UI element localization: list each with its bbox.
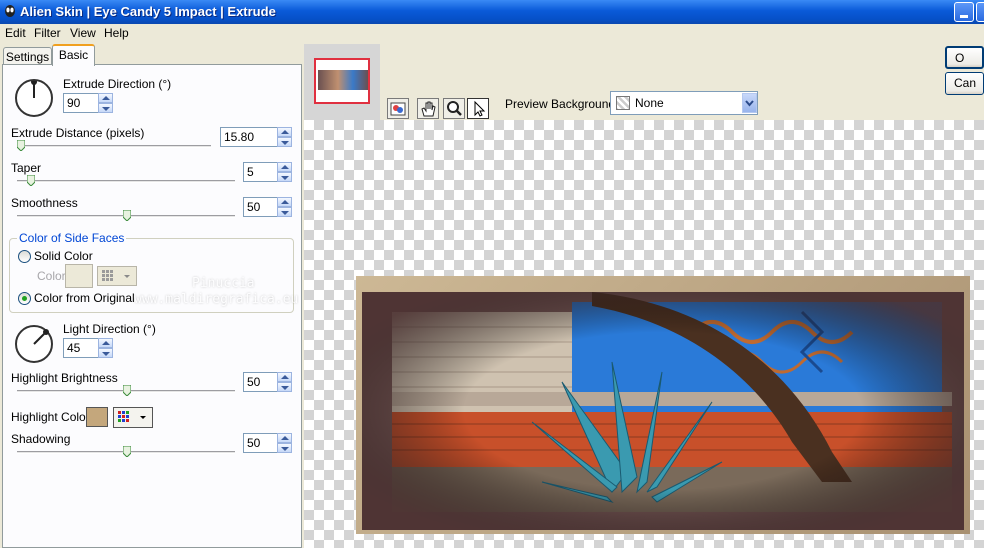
highlight-brightness-label: Highlight Brightness [11,371,118,385]
alien-skin-icon [5,5,15,17]
pointer-icon [474,100,486,117]
side-faces-title: Color of Side Faces [17,231,127,245]
dial-needle-icon [33,329,49,345]
title-bar: Alien Skin | Eye Candy 5 Impact | Extrud… [0,0,984,24]
menu-edit[interactable]: Edit [5,26,26,40]
light-direction-dial[interactable] [15,325,53,363]
watermark-line1: Pinuccia [192,276,255,291]
highlight-brightness-spinner[interactable] [277,372,292,392]
transparency-icon [616,96,630,110]
zoom-tool-button[interactable] [443,98,465,119]
highlight-color-picker[interactable] [113,407,153,428]
light-direction-spinner[interactable] [98,338,113,358]
menu-help[interactable]: Help [104,26,129,40]
taper-slider-thumb[interactable] [27,175,35,186]
taper-input[interactable]: 5 [243,162,278,182]
window-title: Alien Skin | Eye Candy 5 Impact | Extrud… [20,4,276,19]
preview-background-value: None [635,96,664,110]
light-direction-input[interactable]: 45 [63,338,99,358]
pointer-tool-button[interactable] [467,98,489,119]
side-face-color-swatch[interactable] [65,264,93,288]
solid-color-label: Solid Color [34,249,93,263]
maximize-button[interactable] [976,2,984,22]
extrude-distance-input[interactable]: 15.80 [220,127,278,147]
shadowing-spinner[interactable] [277,433,292,453]
smoothness-slider-thumb[interactable] [123,210,131,221]
extrude-distance-slider-thumb[interactable] [17,140,25,151]
preview-image [362,292,964,530]
extrude-distance-slider[interactable] [17,145,211,148]
solid-color-radio[interactable] [18,250,31,263]
smoothness-label: Smoothness [11,196,78,210]
zoom-icon [447,101,462,116]
extrude-distance-label: Extrude Distance (pixels) [11,126,145,140]
preview-background-select[interactable]: None [610,91,758,115]
taper-label: Taper [11,161,42,175]
highlight-brightness-slider-thumb[interactable] [123,385,131,396]
taper-slider[interactable] [17,180,235,183]
cancel-button[interactable]: Can [945,72,984,95]
hand-icon [421,101,436,117]
smoothness-spinner[interactable] [277,197,292,217]
dropdown-arrow-button[interactable] [742,93,757,113]
highlight-color-label: Highlight Color [11,410,90,424]
extrude-direction-input[interactable]: 90 [63,93,99,113]
color-label: Color [37,269,66,283]
navigator-thumbnail[interactable] [304,44,380,120]
menu-bar: Edit Filter View Help [0,24,984,43]
preview-background-label: Preview Background: [505,97,619,111]
color-from-original-radio[interactable] [18,292,31,305]
light-direction-label: Light Direction (°) [63,322,156,336]
extrude-direction-dial[interactable] [15,79,53,117]
extrude-direction-spinner[interactable] [98,93,113,113]
menu-filter[interactable]: Filter [34,26,61,40]
color-from-original-label: Color from Original [34,291,135,305]
smoothness-input[interactable]: 50 [243,197,278,217]
palette-grid-icon [102,270,130,281]
minimize-button[interactable] [954,2,974,22]
preview-toggle-icon [390,102,406,116]
ok-button[interactable]: O [945,46,984,69]
shadowing-slider-thumb[interactable] [123,446,131,457]
extrude-distance-spinner[interactable] [277,127,292,147]
navigator-image [318,70,368,90]
dial-needle-icon [31,81,37,98]
highlight-color-swatch[interactable] [86,407,108,427]
taper-spinner[interactable] [277,162,292,182]
tab-basic[interactable]: Basic [52,44,95,66]
highlight-brightness-input[interactable]: 50 [243,372,278,392]
preview-scene-graphic [362,292,964,530]
shadowing-input[interactable]: 50 [243,433,278,453]
shadowing-label: Shadowing [11,432,71,446]
chevron-down-icon [745,100,754,107]
extrude-direction-label: Extrude Direction (°) [63,77,172,91]
side-face-color-picker[interactable] [97,266,137,286]
hand-tool-button[interactable] [417,98,439,119]
palette-grid-icon [118,411,146,422]
menu-view[interactable]: View [70,26,96,40]
preview-toggle-button[interactable] [387,98,409,119]
watermark-line2: www.maldiregrafica.eu [134,292,299,307]
navigator-view-rect[interactable] [314,58,370,104]
